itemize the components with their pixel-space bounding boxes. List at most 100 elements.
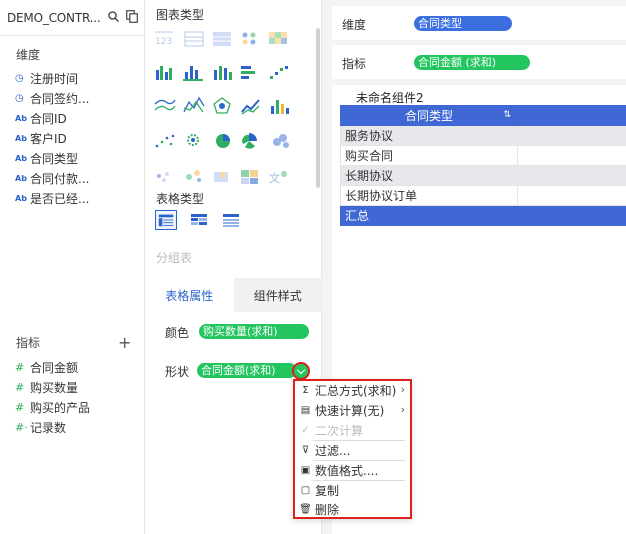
table-cell xyxy=(517,185,626,206)
treemap-icon[interactable] xyxy=(241,170,258,184)
clock-icon: ◷ xyxy=(15,72,24,84)
scatter-chart-icon[interactable] xyxy=(155,134,175,148)
flow-map-icon[interactable] xyxy=(186,170,201,182)
table-row: 长期协议 xyxy=(340,165,626,186)
field-label: 合同付款... xyxy=(30,171,90,186)
switch-dataset-icon[interactable] xyxy=(126,10,138,23)
detail-table-type-icon[interactable] xyxy=(220,210,242,230)
measures-section-label: 指标 xyxy=(16,336,41,350)
measure-shelf-label: 指标 xyxy=(342,57,367,71)
widget-title[interactable]: 未命名组件2 xyxy=(356,89,424,106)
dataset-title[interactable]: DEMO_CONTR... xyxy=(7,11,101,25)
measure-field[interactable]: #· 记录数 xyxy=(15,418,66,436)
dimension-field[interactable]: Ab 是否已经... xyxy=(15,189,89,207)
table-cell xyxy=(517,205,626,226)
detail-table-icon[interactable] xyxy=(213,32,231,46)
pie-chart-icon[interactable] xyxy=(216,134,230,148)
radar-chart-icon[interactable] xyxy=(213,97,231,114)
cross-table-type-icon[interactable] xyxy=(188,210,210,230)
menu-item-aggregation[interactable]: Σ 汇总方式(求和) › xyxy=(299,381,407,400)
menu-item-label: 过滤... xyxy=(315,444,351,458)
combo-chart-icon[interactable] xyxy=(271,100,289,114)
text-type-icon: Ab xyxy=(15,193,27,203)
text-type-icon: Ab xyxy=(15,173,27,183)
field-label: 记录数 xyxy=(30,420,67,435)
field-context-menu: Σ 汇总方式(求和) › ▤ 快速计算(无) › ✓ 二次计算 ⊽ 过滤... … xyxy=(293,379,412,519)
dimension-field[interactable]: Ab 客户ID xyxy=(15,129,67,147)
chart-types-label: 图表类型 xyxy=(156,8,205,22)
dataset-header: DEMO_CONTR... xyxy=(0,0,145,36)
horizontal-bar-icon[interactable] xyxy=(241,66,255,79)
rose-chart-icon[interactable] xyxy=(242,133,257,149)
measure-field[interactable]: # 购买数量 xyxy=(15,378,78,396)
bubble-chart-icon[interactable] xyxy=(187,134,199,146)
scrollbar[interactable] xyxy=(316,28,320,188)
dimension-field[interactable]: Ab 合同类型 xyxy=(15,149,78,167)
table-total-row: 汇总 xyxy=(340,205,626,226)
app-root: DEMO_CONTR... 维度 ◷ 注册时间 ◷ 合同签约... Ab 合同I… xyxy=(0,0,626,534)
shape-field-pill[interactable]: 合同金额(求和) xyxy=(197,363,297,378)
add-measure-button[interactable]: + xyxy=(118,333,131,352)
dimension-field[interactable]: Ab 合同付款... xyxy=(15,169,89,187)
heatmap-table-icon[interactable] xyxy=(269,32,287,44)
copy-icon: ▢ xyxy=(300,485,311,496)
data-panel: DEMO_CONTR... 维度 ◷ 注册时间 ◷ 合同签约... Ab 合同I… xyxy=(0,0,145,534)
area-chart-icon[interactable] xyxy=(154,99,176,111)
number-type-icon: # xyxy=(15,400,25,414)
menu-item-delete[interactable]: 🗑 删除 xyxy=(299,500,407,519)
menu-item-copy[interactable]: ▢ 复制 xyxy=(299,481,407,500)
chevron-right-icon: › xyxy=(400,403,405,416)
tab-component-style[interactable]: 组件样式 xyxy=(233,278,322,312)
kpi-chart-icon[interactable]: 123 xyxy=(155,31,173,47)
trend-line-icon[interactable] xyxy=(241,99,260,115)
dimension-shelf-label: 维度 xyxy=(342,18,367,32)
line-chart-icon[interactable] xyxy=(183,96,205,113)
search-icon[interactable] xyxy=(108,11,119,22)
dimension-field[interactable]: Ab 合同ID xyxy=(15,109,67,127)
table-cell: 购买合同 xyxy=(340,145,518,166)
cross-table-icon[interactable] xyxy=(184,31,204,47)
field-label: 购买数量 xyxy=(30,380,79,395)
word-cloud-icon[interactable]: 文 xyxy=(269,171,287,185)
field-label: 注册时间 xyxy=(30,71,79,86)
scatter-bar-icon[interactable] xyxy=(270,66,288,79)
record-count-icon: #· xyxy=(15,420,28,434)
stacked-bar-icon[interactable] xyxy=(214,66,232,80)
grouped-table-icon[interactable] xyxy=(155,210,177,230)
tab-table-properties[interactable]: 表格属性 xyxy=(145,278,234,312)
color-field-pill[interactable]: 购买数量(求和) xyxy=(199,324,309,339)
clock-icon: ◷ xyxy=(15,92,24,104)
color-table-icon[interactable] xyxy=(242,32,256,45)
field-label: 合同金额 xyxy=(30,360,79,375)
menu-item-label: 复制 xyxy=(315,484,340,498)
map-chart-icon[interactable] xyxy=(157,172,169,182)
dimension-field-pill[interactable]: 合同类型 xyxy=(414,16,512,31)
text-type-icon: Ab xyxy=(15,153,27,163)
menu-item-number-format[interactable]: ▣ 数值格式.... xyxy=(299,461,407,480)
column-header[interactable]: 合同类型 ⇅ xyxy=(340,105,518,126)
menu-item-quick-calc[interactable]: ▤ 快速计算(无) › xyxy=(299,401,407,420)
funnel-shape-icon[interactable] xyxy=(273,134,289,148)
bar-chart-icon[interactable] xyxy=(183,66,203,81)
menu-item-label: 删除 xyxy=(315,503,340,517)
number-type-icon: # xyxy=(15,360,25,374)
heat-map-icon[interactable] xyxy=(214,172,228,182)
dimension-field[interactable]: ◷ 合同签约... xyxy=(15,89,89,107)
measure-field[interactable]: # 合同金额 xyxy=(15,358,78,376)
field-label: 购买的产品 xyxy=(30,400,91,415)
menu-item-filter[interactable]: ⊽ 过滤... xyxy=(299,441,407,460)
number-format-icon: ▣ xyxy=(300,465,311,476)
table-cell: 长期协议订单 xyxy=(340,185,518,206)
field-dropdown-button[interactable] xyxy=(292,362,310,380)
grouped-bar-icon[interactable] xyxy=(156,66,172,80)
shape-property-row: 形状 合同金额(求和) xyxy=(155,355,313,385)
field-label: 是否已经... xyxy=(30,191,90,206)
dimension-field[interactable]: ◷ 注册时间 xyxy=(15,69,78,87)
measure-field[interactable]: # 购买的产品 xyxy=(15,398,90,416)
text-type-icon: Ab xyxy=(15,113,27,123)
filter-icon: ⊽ xyxy=(301,445,310,456)
measure-field-pill[interactable]: 合同金额 (求和) xyxy=(414,55,530,70)
text-type-icon: Ab xyxy=(15,133,27,143)
color-label: 颜色 xyxy=(165,326,190,340)
sort-icon[interactable]: ⇅ xyxy=(503,110,511,120)
